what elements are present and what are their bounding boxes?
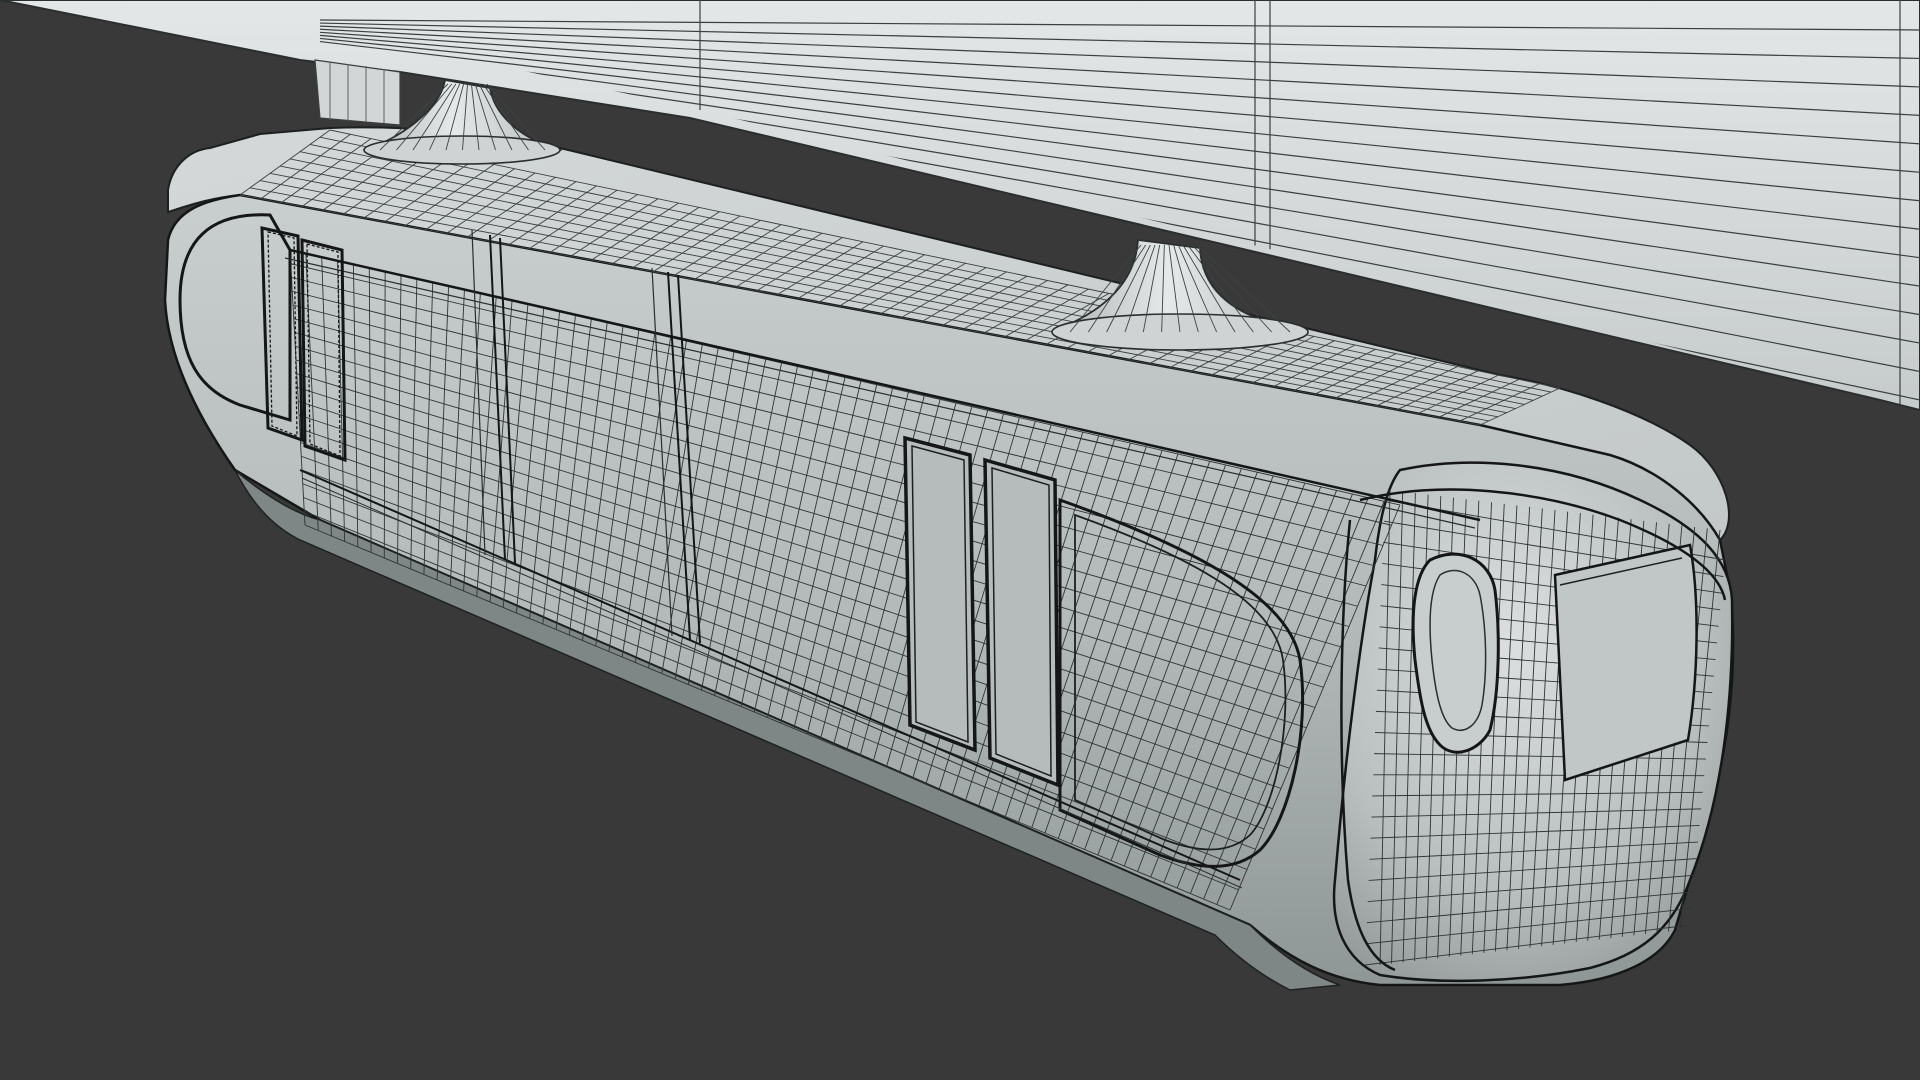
render-viewport bbox=[0, 0, 1920, 1080]
monorail-wireframe-render bbox=[0, 0, 1920, 1080]
front-panel bbox=[1553, 543, 1698, 782]
rail-support-post bbox=[314, 59, 401, 126]
